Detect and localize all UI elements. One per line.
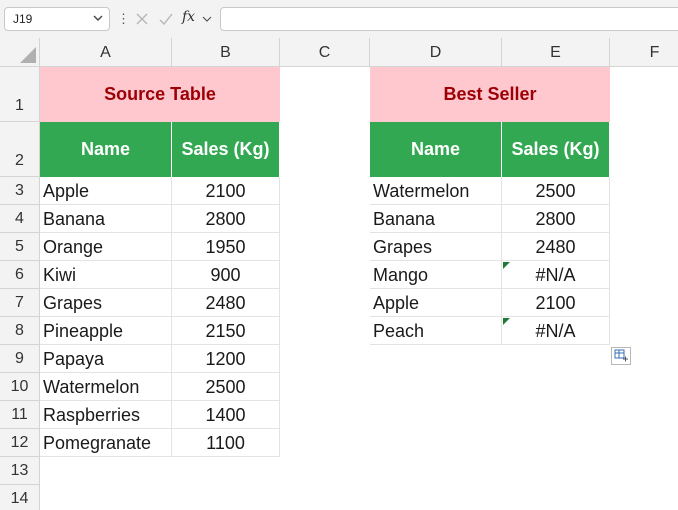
best-seller-title[interactable]: Best Seller	[370, 67, 610, 122]
fx-icon[interactable]: fx	[182, 9, 195, 25]
column-header-b[interactable]: B	[172, 38, 280, 67]
error-indicator-icon[interactable]	[503, 262, 510, 269]
best-seller-sales-cell[interactable]: 2800	[502, 205, 610, 233]
formula-bar: J19 ⋮ fx	[0, 0, 678, 38]
row-header-2[interactable]: 2	[0, 122, 40, 177]
row-header-11[interactable]: 11	[0, 401, 40, 429]
source-sales-cell[interactable]: 1200	[172, 345, 280, 373]
column-header-a[interactable]: A	[40, 38, 172, 67]
close-icon[interactable]	[134, 11, 150, 27]
column-header-f[interactable]: F	[610, 38, 678, 67]
vertical-ellipsis-icon[interactable]: ⋮	[117, 11, 130, 27]
best-seller-name-cell[interactable]: Banana	[370, 205, 502, 233]
source-header-name[interactable]: Name	[40, 122, 172, 177]
row-header-13[interactable]: 13	[0, 457, 40, 485]
best-seller-name-cell[interactable]: Peach	[370, 317, 502, 345]
name-box-value: J19	[13, 12, 33, 26]
best-seller-name-cell[interactable]: Grapes	[370, 233, 502, 261]
source-sales-cell[interactable]: 1400	[172, 401, 280, 429]
chevron-down-icon[interactable]	[92, 11, 104, 25]
row-header-7[interactable]: 7	[0, 289, 40, 317]
chevron-down-icon[interactable]	[202, 14, 212, 24]
source-table-title[interactable]: Source Table	[40, 67, 280, 122]
source-name-cell[interactable]: Pomegranate	[40, 429, 172, 457]
error-indicator-icon[interactable]	[503, 318, 510, 325]
source-name-cell[interactable]: Grapes	[40, 289, 172, 317]
name-box[interactable]: J19	[4, 7, 110, 31]
source-sales-cell[interactable]: 2100	[172, 177, 280, 205]
source-name-cell[interactable]: Pineapple	[40, 317, 172, 345]
row-header-3[interactable]: 3	[0, 177, 40, 205]
row-header-4[interactable]: 4	[0, 205, 40, 233]
row-header-1[interactable]: 1	[0, 67, 40, 122]
source-sales-cell[interactable]: 900	[172, 261, 280, 289]
column-header-d[interactable]: D	[370, 38, 502, 67]
source-name-cell[interactable]: Orange	[40, 233, 172, 261]
best-seller-sales-cell[interactable]: #N/A	[502, 261, 610, 289]
row-header-14[interactable]: 14	[0, 485, 40, 510]
row-header-6[interactable]: 6	[0, 261, 40, 289]
source-name-cell[interactable]: Kiwi	[40, 261, 172, 289]
formula-buttons: fx	[130, 7, 216, 31]
row-header-5[interactable]: 5	[0, 233, 40, 261]
select-all-button[interactable]	[0, 38, 40, 67]
best-seller-sales-cell[interactable]: 2500	[502, 177, 610, 205]
row-header-9[interactable]: 9	[0, 345, 40, 373]
paste-options-icon[interactable]	[611, 347, 631, 365]
source-name-cell[interactable]: Banana	[40, 205, 172, 233]
column-header-c[interactable]: C	[280, 38, 370, 67]
source-sales-cell[interactable]: 2150	[172, 317, 280, 345]
best-seller-name-cell[interactable]: Apple	[370, 289, 502, 317]
source-name-cell[interactable]: Apple	[40, 177, 172, 205]
row-header-12[interactable]: 12	[0, 429, 40, 457]
check-icon[interactable]	[158, 11, 174, 27]
best-seller-name-cell[interactable]: Mango	[370, 261, 502, 289]
source-sales-cell[interactable]: 2500	[172, 373, 280, 401]
source-sales-cell[interactable]: 1950	[172, 233, 280, 261]
source-name-cell[interactable]: Raspberries	[40, 401, 172, 429]
source-name-cell[interactable]: Papaya	[40, 345, 172, 373]
row-header-10[interactable]: 10	[0, 373, 40, 401]
source-sales-cell[interactable]: 1100	[172, 429, 280, 457]
row-header-8[interactable]: 8	[0, 317, 40, 345]
best-seller-sales-cell[interactable]: 2480	[502, 233, 610, 261]
best-seller-name-cell[interactable]: Watermelon	[370, 177, 502, 205]
source-name-cell[interactable]: Watermelon	[40, 373, 172, 401]
best-seller-sales-cell[interactable]: 2100	[502, 289, 610, 317]
best-seller-header-name[interactable]: Name	[370, 122, 502, 177]
column-header-e[interactable]: E	[502, 38, 610, 67]
best-seller-sales-cell[interactable]: #N/A	[502, 317, 610, 345]
source-header-sales[interactable]: Sales (Kg)	[172, 122, 280, 177]
best-seller-header-sales[interactable]: Sales (Kg)	[502, 122, 610, 177]
source-sales-cell[interactable]: 2480	[172, 289, 280, 317]
source-sales-cell[interactable]: 2800	[172, 205, 280, 233]
formula-input[interactable]	[220, 7, 678, 31]
